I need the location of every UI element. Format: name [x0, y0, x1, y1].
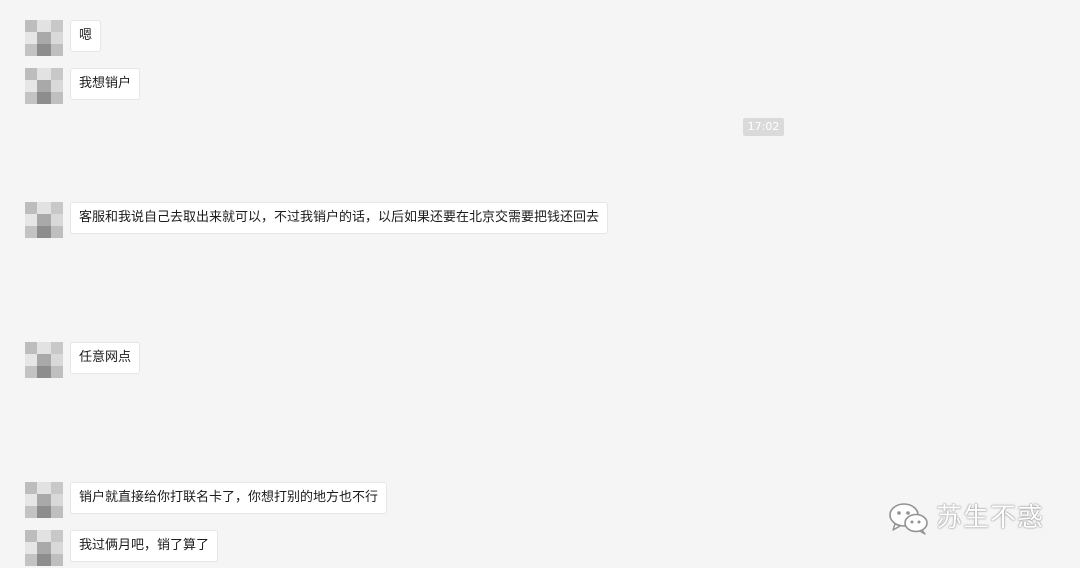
message-bubble[interactable]: 销户就直接给你打联名卡了，你想打别的地方也不行: [70, 482, 388, 514]
message-row: 我过俩月吧，销了算了: [25, 530, 219, 566]
avatar[interactable]: [25, 68, 63, 104]
watermark-text: 苏生不惑: [936, 503, 1045, 533]
message-bubble[interactable]: 客服和我说自己去取出来就可以，不过我销户的话，以后如果还要在北京交需要把钱还回去: [70, 202, 609, 234]
avatar[interactable]: [25, 530, 63, 566]
message-row: 我想销户: [25, 68, 141, 104]
message-row: 任意网点: [25, 342, 141, 378]
avatar[interactable]: [25, 202, 63, 238]
message-row: 嗯: [25, 20, 102, 56]
watermark: 苏生不惑: [888, 500, 1044, 536]
message-bubble[interactable]: 任意网点: [70, 342, 141, 374]
message-row: 客服和我说自己去取出来就可以，不过我销户的话，以后如果还要在北京交需要把钱还回去: [25, 202, 609, 238]
chat-area: 嗯 我想销户 17:02 客服和我说自己去取出来就可以，不过我销户的话，以后如果…: [0, 0, 1080, 568]
avatar[interactable]: [25, 482, 63, 518]
timestamp-badge: 17:02: [743, 118, 784, 136]
avatar[interactable]: [25, 20, 63, 56]
message-bubble[interactable]: 我想销户: [70, 68, 141, 100]
avatar[interactable]: [25, 342, 63, 378]
message-bubble[interactable]: 我过俩月吧，销了算了: [70, 530, 219, 562]
message-bubble[interactable]: 嗯: [70, 20, 102, 52]
wechat-icon: [889, 503, 928, 535]
message-row: 销户就直接给你打联名卡了，你想打别的地方也不行: [25, 482, 388, 518]
